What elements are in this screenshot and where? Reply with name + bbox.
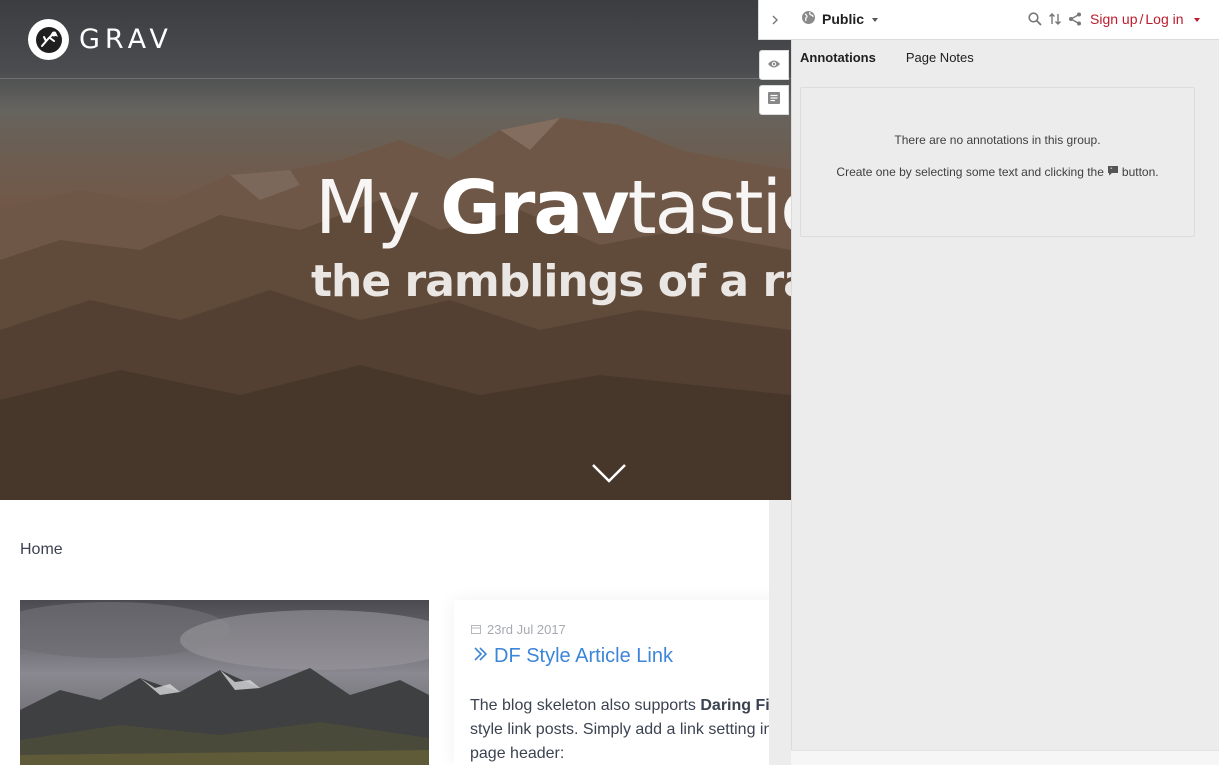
grav-logo-icon [28, 19, 69, 60]
login-caret-icon[interactable] [1193, 17, 1200, 22]
sidebar-bottom-bar [791, 750, 1219, 765]
post-date-text: 23rd Jul 2017 [487, 622, 566, 637]
empty-hint-text: Create one by selecting some text and cl… [836, 165, 1104, 179]
empty-hint-text-end: button. [1121, 165, 1159, 179]
post-image[interactable] [20, 600, 429, 765]
excerpt-line-2: style link posts. Simply add a link sett… [470, 721, 785, 738]
signup-link[interactable]: Sign up [1090, 11, 1137, 27]
post-excerpt: The blog skeleton also supports Daring F… [470, 694, 800, 765]
sidebar-tabs: Annotations Page Notes [800, 50, 974, 65]
toggle-highlights-button[interactable] [759, 50, 789, 80]
empty-state-box [800, 87, 1195, 237]
logo-text: GRAV [79, 24, 173, 55]
hero-subtitle: the ramblings of a ran [311, 256, 791, 307]
hero-banner: GRAV My Gravtastic B the ramblings of a … [0, 0, 791, 500]
share-icon[interactable] [1067, 11, 1082, 27]
site-logo[interactable]: GRAV [28, 19, 173, 60]
empty-state-message: There are no annotations in this group. [894, 133, 1101, 147]
hero-title-prefix: My [315, 165, 441, 251]
sort-icon[interactable] [1047, 11, 1062, 27]
breadcrumb-home[interactable]: Home [20, 541, 63, 559]
search-icon[interactable] [1027, 11, 1042, 27]
calendar-icon [471, 622, 481, 637]
tab-page-notes[interactable]: Page Notes [906, 50, 974, 65]
login-separator: / [1139, 11, 1144, 27]
group-label: Public [822, 11, 865, 27]
post-title-text: DF Style Article Link [494, 645, 673, 667]
post-date: 23rd Jul 2017 [471, 622, 566, 637]
note-icon [767, 91, 781, 110]
excerpt-line-3: page header: [470, 745, 565, 762]
page-notes-button[interactable] [759, 85, 789, 115]
hero-title-bold: Grav [440, 165, 629, 251]
nav-divider [0, 78, 791, 79]
eye-icon [767, 56, 781, 74]
topbar-icons [1027, 11, 1082, 27]
annotate-icon: " [1107, 165, 1119, 179]
login-menu[interactable]: Sign up / Log in [1090, 11, 1200, 27]
scroll-down-icon[interactable] [591, 461, 627, 485]
group-selector[interactable]: Public [801, 10, 879, 28]
tab-annotations[interactable]: Annotations [800, 50, 876, 65]
excerpt-text: The blog skeleton also supports [470, 697, 701, 714]
globe-icon [801, 10, 816, 28]
login-link[interactable]: Log in [1145, 11, 1183, 27]
hero-title-suffix: tastic B [627, 165, 791, 251]
chevron-right-icon[interactable] [768, 11, 782, 29]
svg-text:": " [1110, 168, 1112, 174]
double-chevron-icon [472, 645, 488, 668]
sidebar-shadow [769, 500, 791, 765]
empty-state-hint: Create one by selecting some text and cl… [800, 165, 1195, 179]
caret-down-icon [872, 17, 879, 22]
hero-title: My Gravtastic B [315, 165, 791, 251]
post-title-link[interactable]: DF Style Article Link [472, 645, 673, 668]
